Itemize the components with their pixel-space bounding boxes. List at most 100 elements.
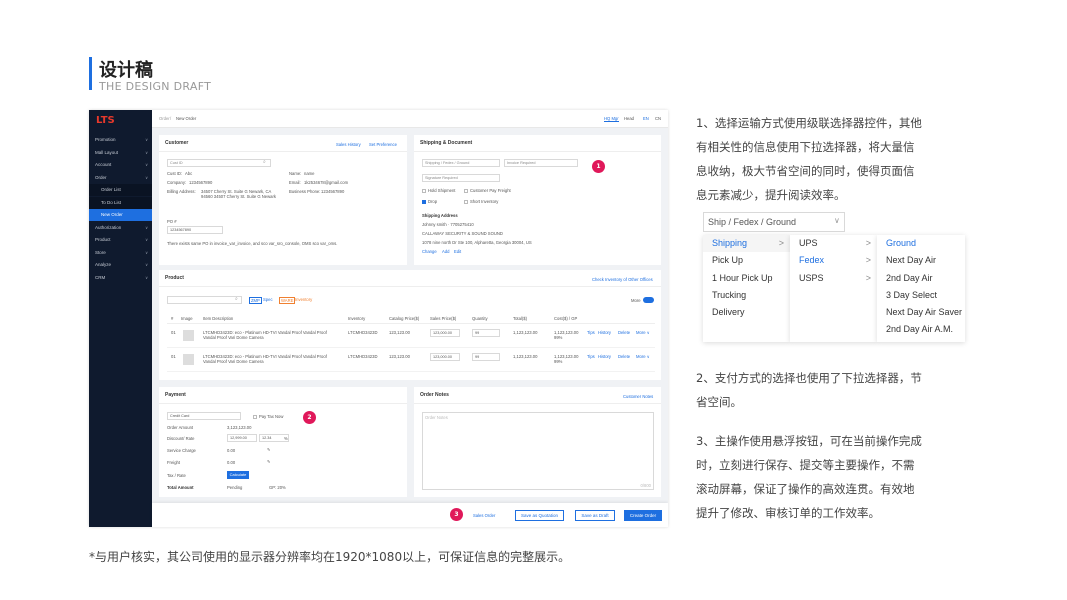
po-input[interactable]: 1234567890 — [167, 226, 223, 234]
check-inventory-link[interactable]: Check Inventory of Other Offices — [592, 277, 653, 282]
sidebar-item-product[interactable]: Product ∨ — [89, 234, 152, 246]
cascader-option[interactable]: 2nd Day Air — [877, 270, 965, 287]
address-line-2: CALLAWAY SECURITY & SOUND SOUND — [422, 231, 503, 236]
tips-action[interactable]: Tips — [587, 354, 595, 359]
search-icon[interactable]: ⌕ — [235, 296, 238, 302]
inventory-link[interactable]: Inventory — [295, 297, 312, 302]
chevron-down-icon: ∨ — [145, 262, 148, 267]
chevron-down-icon: ∨ — [145, 249, 148, 255]
cascader-option[interactable]: Fedex > — [790, 252, 877, 269]
delete-action[interactable]: Delete — [618, 354, 630, 359]
chevron-down-icon: ∨ — [145, 149, 148, 155]
discount-input[interactable]: 12,999.00 — [227, 434, 257, 442]
address-line-3: 1078 nine north Dr Ste 100, Alpharetta, … — [422, 240, 532, 245]
calculate-button[interactable]: Calculate — [227, 471, 249, 479]
cascader-option[interactable]: Ground — [877, 235, 965, 252]
shipping-method-select[interactable]: Shipping / Fedex / Ground — [422, 159, 500, 167]
add-address-link[interactable]: Add — [442, 249, 449, 254]
set-preference-link[interactable]: Set Preference — [369, 142, 397, 147]
drop-checkbox[interactable]: Drop — [422, 199, 437, 204]
customer-notes-link[interactable]: Customer Notes — [623, 394, 653, 399]
sidebar-item-analyze[interactable]: Analyze ∨ — [89, 259, 152, 271]
product-thumbnail — [183, 354, 194, 365]
sidebar-item-label: Mall Layout — [95, 149, 119, 155]
col-total: Total($) — [513, 316, 527, 321]
cascader-option[interactable]: USPS > — [790, 270, 877, 287]
org-switch[interactable]: HQ Mgr — [604, 116, 619, 122]
cascader-option[interactable]: Shipping > — [703, 235, 790, 253]
chevron-down-icon: ∨ — [145, 237, 148, 242]
save-draft-button[interactable]: Save as Draft — [575, 510, 615, 521]
sidebar-item-mall-layout[interactable]: Mall Layout ∨ — [89, 147, 152, 159]
name-value: name — [304, 171, 315, 176]
sidebar-item-order-list[interactable]: Order List — [89, 184, 152, 196]
create-order-button[interactable]: Create Order — [624, 510, 662, 521]
lang-en[interactable]: EN — [643, 116, 649, 121]
more-action[interactable]: More ∨ — [636, 354, 650, 359]
sidebar: LTS Promotion ∨ Mall Layout ∨ Account ∨ Order ∨… — [89, 110, 152, 527]
history-action[interactable]: History — [598, 354, 611, 359]
cust-id-input[interactable]: Cust ID — [167, 159, 271, 167]
cell-gp: 99% — [554, 359, 563, 364]
cascader-option[interactable]: Trucking — [703, 287, 790, 304]
lang-cn[interactable]: CN — [655, 116, 661, 121]
chevron-right-icon: > — [865, 255, 871, 266]
sidebar-item-store[interactable]: Store ∨ — [89, 247, 152, 259]
more-toggle[interactable] — [643, 297, 654, 303]
delete-action[interactable]: Delete — [618, 330, 630, 335]
more-action[interactable]: More ∨ — [636, 330, 650, 335]
sidebar-item-authorization[interactable]: Authorization ∨ — [89, 222, 152, 234]
sidebar-item-promotion[interactable]: Promotion ∨ — [89, 134, 152, 146]
cascader-option[interactable]: Next Day Air Saver — [877, 304, 965, 321]
ware-tag[interactable]: WARE — [279, 297, 296, 304]
sales-order-dropdown[interactable]: Sales Order — [473, 513, 495, 518]
cascader-option[interactable]: 2nd Day Air A.M. — [877, 321, 965, 338]
tips-action[interactable]: Tips — [587, 330, 595, 335]
edit-freight-icon[interactable]: ✎ — [267, 459, 271, 464]
product-thumbnail — [183, 330, 194, 341]
drop-label: Drop — [428, 199, 438, 204]
chevron-down-icon[interactable]: ∨ — [834, 216, 840, 225]
spec-link[interactable]: Spec — [263, 297, 273, 302]
sales-history-link[interactable]: Sales History — [336, 142, 361, 147]
user-menu[interactable]: Head — [624, 116, 634, 121]
quantity-input[interactable]: 99 — [472, 353, 500, 361]
table-row: 01 LTCMHD3423D: eco - Platinum HD-TVI Van… — [167, 326, 655, 348]
zmp-tag[interactable]: ZMP — [249, 297, 262, 304]
sidebar-item-label: To Do List — [101, 199, 122, 205]
change-address-link[interactable]: Change — [422, 249, 437, 254]
sidebar-item-account[interactable]: Account ∨ — [89, 159, 152, 171]
annotation-badge-2: 2 — [303, 411, 316, 424]
edit-service-icon[interactable]: ✎ — [267, 447, 271, 452]
history-action[interactable]: History — [598, 330, 611, 335]
sidebar-item-to-do-list[interactable]: To Do List — [89, 196, 152, 209]
signature-select[interactable]: Signature Required — [422, 174, 500, 182]
cascader-option[interactable]: Pick Up — [703, 252, 790, 269]
breadcrumb-parent[interactable]: Order — [159, 116, 170, 121]
invoice-select[interactable]: Invoice Required — [504, 159, 578, 167]
sidebar-item-crm[interactable]: CRM ∨ — [89, 272, 152, 284]
cascader-option[interactable]: UPS > — [790, 235, 877, 252]
sales-price-input[interactable]: 123,000.00 — [430, 329, 460, 337]
cascader-input[interactable]: Ship / Fedex / Ground — [703, 212, 845, 232]
search-icon[interactable]: ⌕ — [263, 159, 266, 165]
sidebar-item-order[interactable]: Order ∨ — [89, 172, 152, 184]
pay-tax-checkbox[interactable]: Pay Tax Now — [253, 414, 283, 419]
cascader-option[interactable]: 1 Hour Pick Up — [703, 270, 790, 287]
edit-address-link[interactable]: Edit — [454, 249, 461, 254]
cascader-option[interactable]: Delivery — [703, 304, 790, 321]
col-qty: Quantity — [472, 316, 488, 321]
sidebar-item-label: Store — [95, 249, 106, 255]
cascader-option[interactable]: Next Day Air — [877, 252, 965, 269]
customer-pay-checkbox[interactable]: Customer Pay Freight — [464, 188, 511, 193]
cascader-option[interactable]: 3 Day Select — [877, 287, 965, 304]
payment-method-select[interactable]: Credit Card — [167, 412, 241, 420]
save-quotation-button[interactable]: Save as Quotation — [515, 510, 564, 521]
sales-price-input[interactable]: 123,000.00 — [430, 353, 460, 361]
sidebar-item-new-order[interactable]: New Order — [89, 209, 152, 221]
product-search-input[interactable] — [167, 296, 242, 304]
hold-shipment-checkbox[interactable]: Hold Shipment — [422, 188, 455, 193]
notes-textarea[interactable]: Order Notes 0/800 — [422, 412, 654, 490]
short-inventory-checkbox[interactable]: Short Inventory — [464, 199, 498, 204]
quantity-input[interactable]: 99 — [472, 329, 500, 337]
